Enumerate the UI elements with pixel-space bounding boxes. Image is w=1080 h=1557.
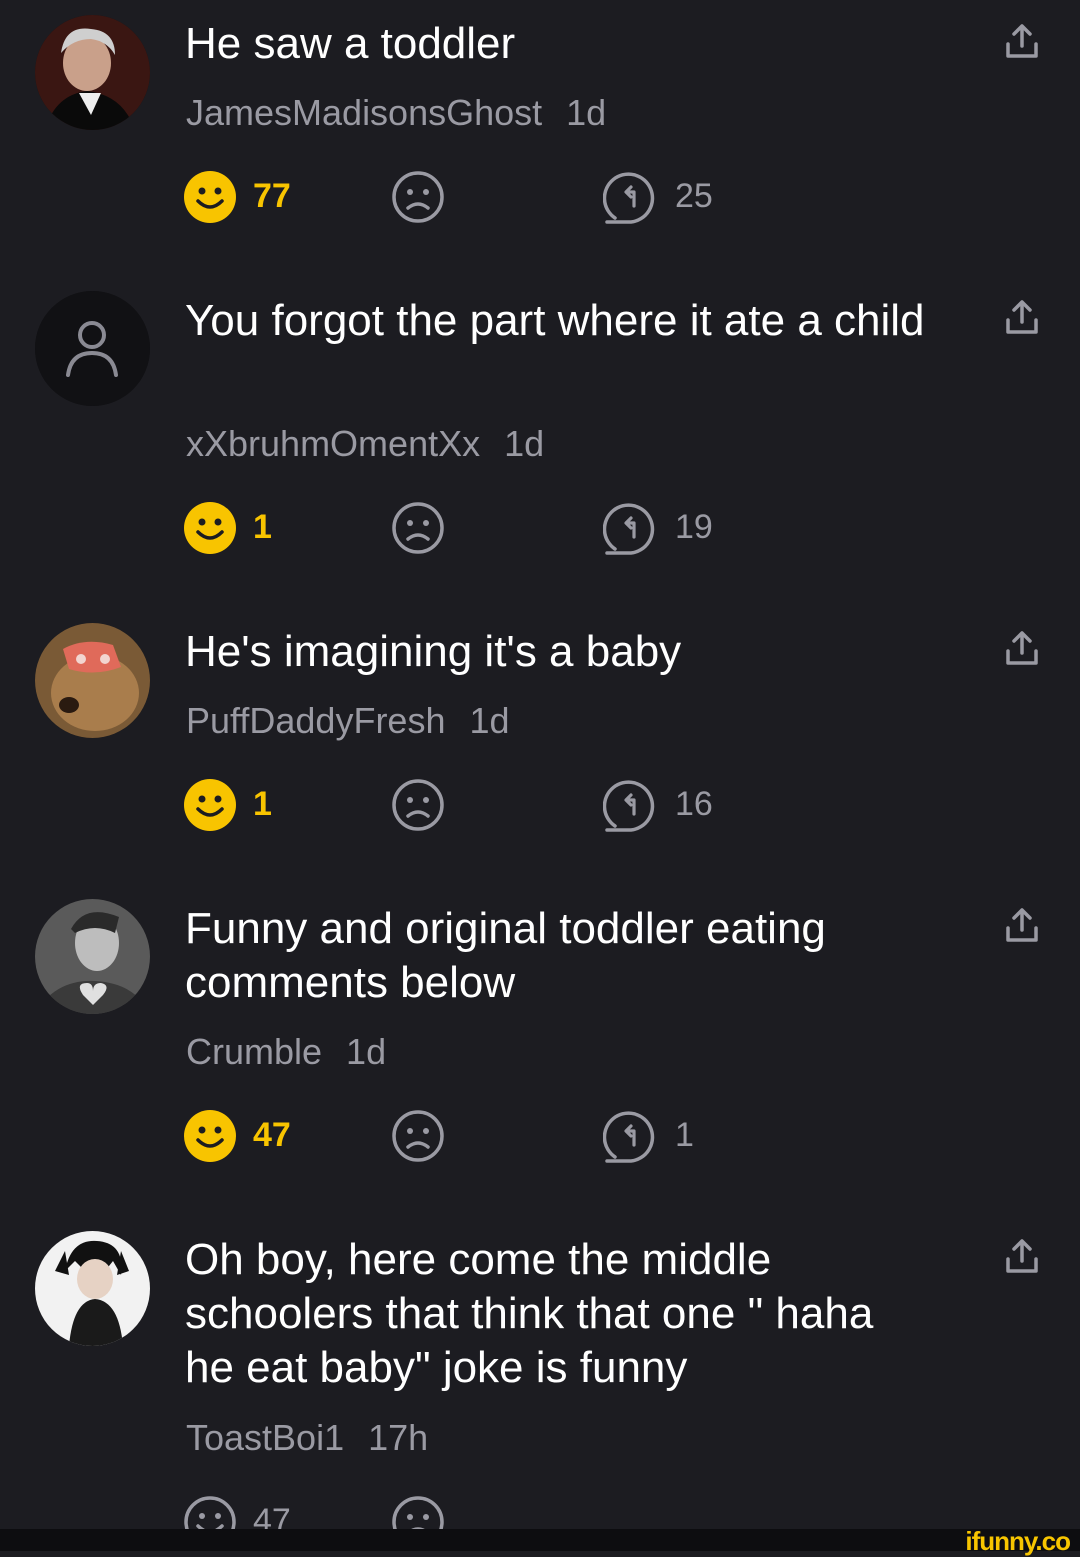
timestamp: 1d [346, 1031, 387, 1072]
timestamp: 1d [469, 700, 510, 741]
smile-count: 1 [253, 508, 272, 546]
reply-icon[interactable] [603, 1109, 659, 1165]
timestamp: 1d [566, 92, 607, 133]
reply-icon[interactable] [603, 778, 659, 834]
avatar[interactable] [35, 1231, 150, 1346]
username[interactable]: PuffDaddyFresh [186, 700, 445, 741]
unsmile-icon[interactable] [391, 170, 445, 224]
share-icon[interactable] [1002, 629, 1042, 669]
reply-count: 1 [675, 1116, 694, 1154]
share-icon[interactable] [1002, 22, 1042, 62]
username[interactable]: Crumble [186, 1031, 322, 1072]
avatar[interactable] [35, 291, 150, 406]
reply-count: 25 [675, 177, 713, 215]
comment-text: Oh boy, here come the middle schoolers t… [185, 1235, 874, 1392]
comment-text: You forgot the part where it ate a child [185, 296, 925, 345]
avatar[interactable] [35, 15, 150, 130]
share-icon[interactable] [1002, 906, 1042, 946]
share-icon[interactable] [1002, 298, 1042, 338]
reply-icon[interactable] [603, 501, 659, 557]
unsmile-icon[interactable] [391, 501, 445, 555]
bottom-bar [0, 1529, 1080, 1551]
share-icon[interactable] [1002, 1237, 1042, 1277]
comment-meta: ToastBoi1 17h [186, 1417, 428, 1459]
timestamp: 17h [368, 1417, 429, 1458]
smile-icon[interactable] [183, 501, 237, 555]
comment-meta: JamesMadisonsGhost 1d [186, 92, 606, 134]
smile-count: 1 [253, 785, 272, 823]
unsmile-icon[interactable] [391, 1109, 445, 1163]
avatar[interactable] [35, 899, 150, 1014]
comment-meta: xXbruhmOmentXx 1d [186, 423, 544, 465]
unsmile-icon[interactable] [391, 778, 445, 832]
username[interactable]: JamesMadisonsGhost [186, 92, 542, 133]
comment-actions: 1 19 [183, 501, 783, 557]
comment-meta: PuffDaddyFresh 1d [186, 700, 510, 742]
ifunny-watermark: ifunny.co [965, 1526, 1071, 1556]
smile-count: 47 [253, 1116, 291, 1154]
reply-count: 19 [675, 508, 713, 546]
comment-actions: 77 25 [183, 170, 783, 226]
smile-icon[interactable] [183, 1109, 237, 1163]
avatar[interactable] [35, 623, 150, 738]
username[interactable]: ToastBoi1 [186, 1417, 344, 1458]
reply-icon[interactable] [603, 170, 659, 226]
comment-text: Funny and original toddler eating commen… [185, 904, 826, 1007]
timestamp: 1d [504, 423, 545, 464]
comment-text: He's imagining it's a baby [185, 627, 682, 676]
reply-count: 16 [675, 785, 713, 823]
comment-actions: 1 16 [183, 778, 783, 834]
comment-meta: Crumble 1d [186, 1031, 386, 1073]
smile-icon[interactable] [183, 170, 237, 224]
comment-text: He saw a toddler [185, 19, 516, 68]
username[interactable]: xXbruhmOmentXx [186, 423, 480, 464]
comment-actions: 47 1 [183, 1109, 783, 1165]
smile-icon[interactable] [183, 778, 237, 832]
smile-count: 77 [253, 177, 291, 215]
